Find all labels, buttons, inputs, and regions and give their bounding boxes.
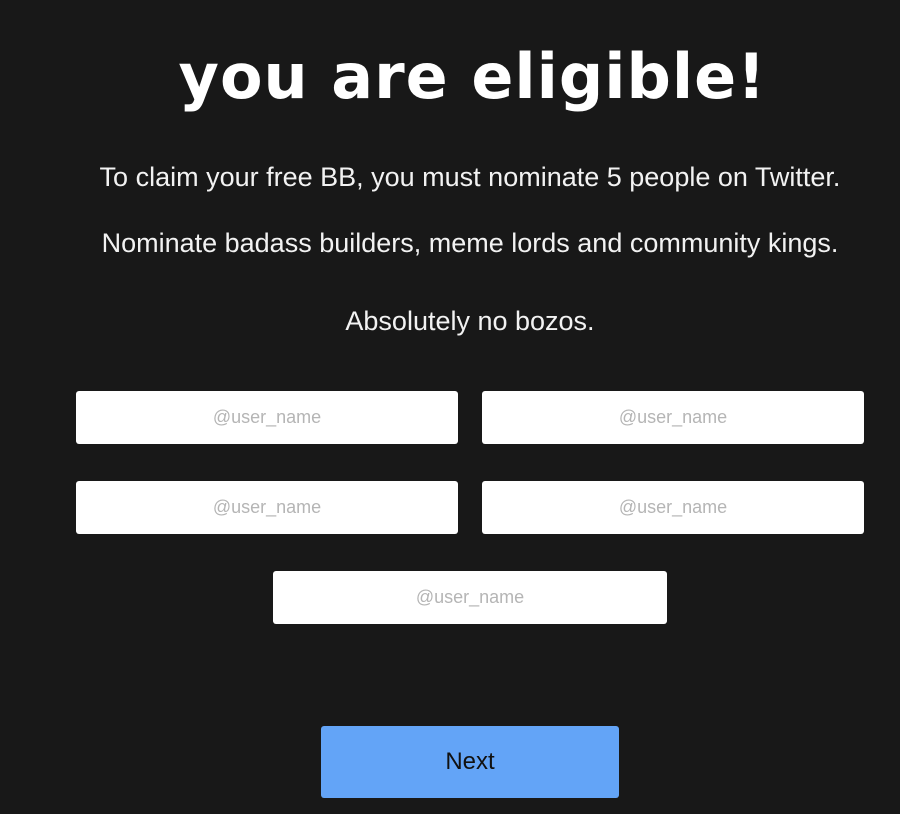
nominee-input-2[interactable]: [482, 391, 864, 444]
page-title: you are eligible!: [178, 40, 767, 113]
nominee-input-4[interactable]: [482, 481, 864, 534]
nominee-input-1[interactable]: [76, 391, 458, 444]
instruction-no-bozos: Absolutely no bozos.: [345, 306, 595, 336]
nominee-input-5[interactable]: [273, 571, 667, 624]
instruction-claim: To claim your free BB, you must nominate…: [99, 162, 841, 192]
next-button[interactable]: Next: [321, 726, 619, 798]
instruction-nominate: Nominate badass builders, meme lords and…: [101, 228, 839, 258]
nominee-input-3[interactable]: [76, 481, 458, 534]
